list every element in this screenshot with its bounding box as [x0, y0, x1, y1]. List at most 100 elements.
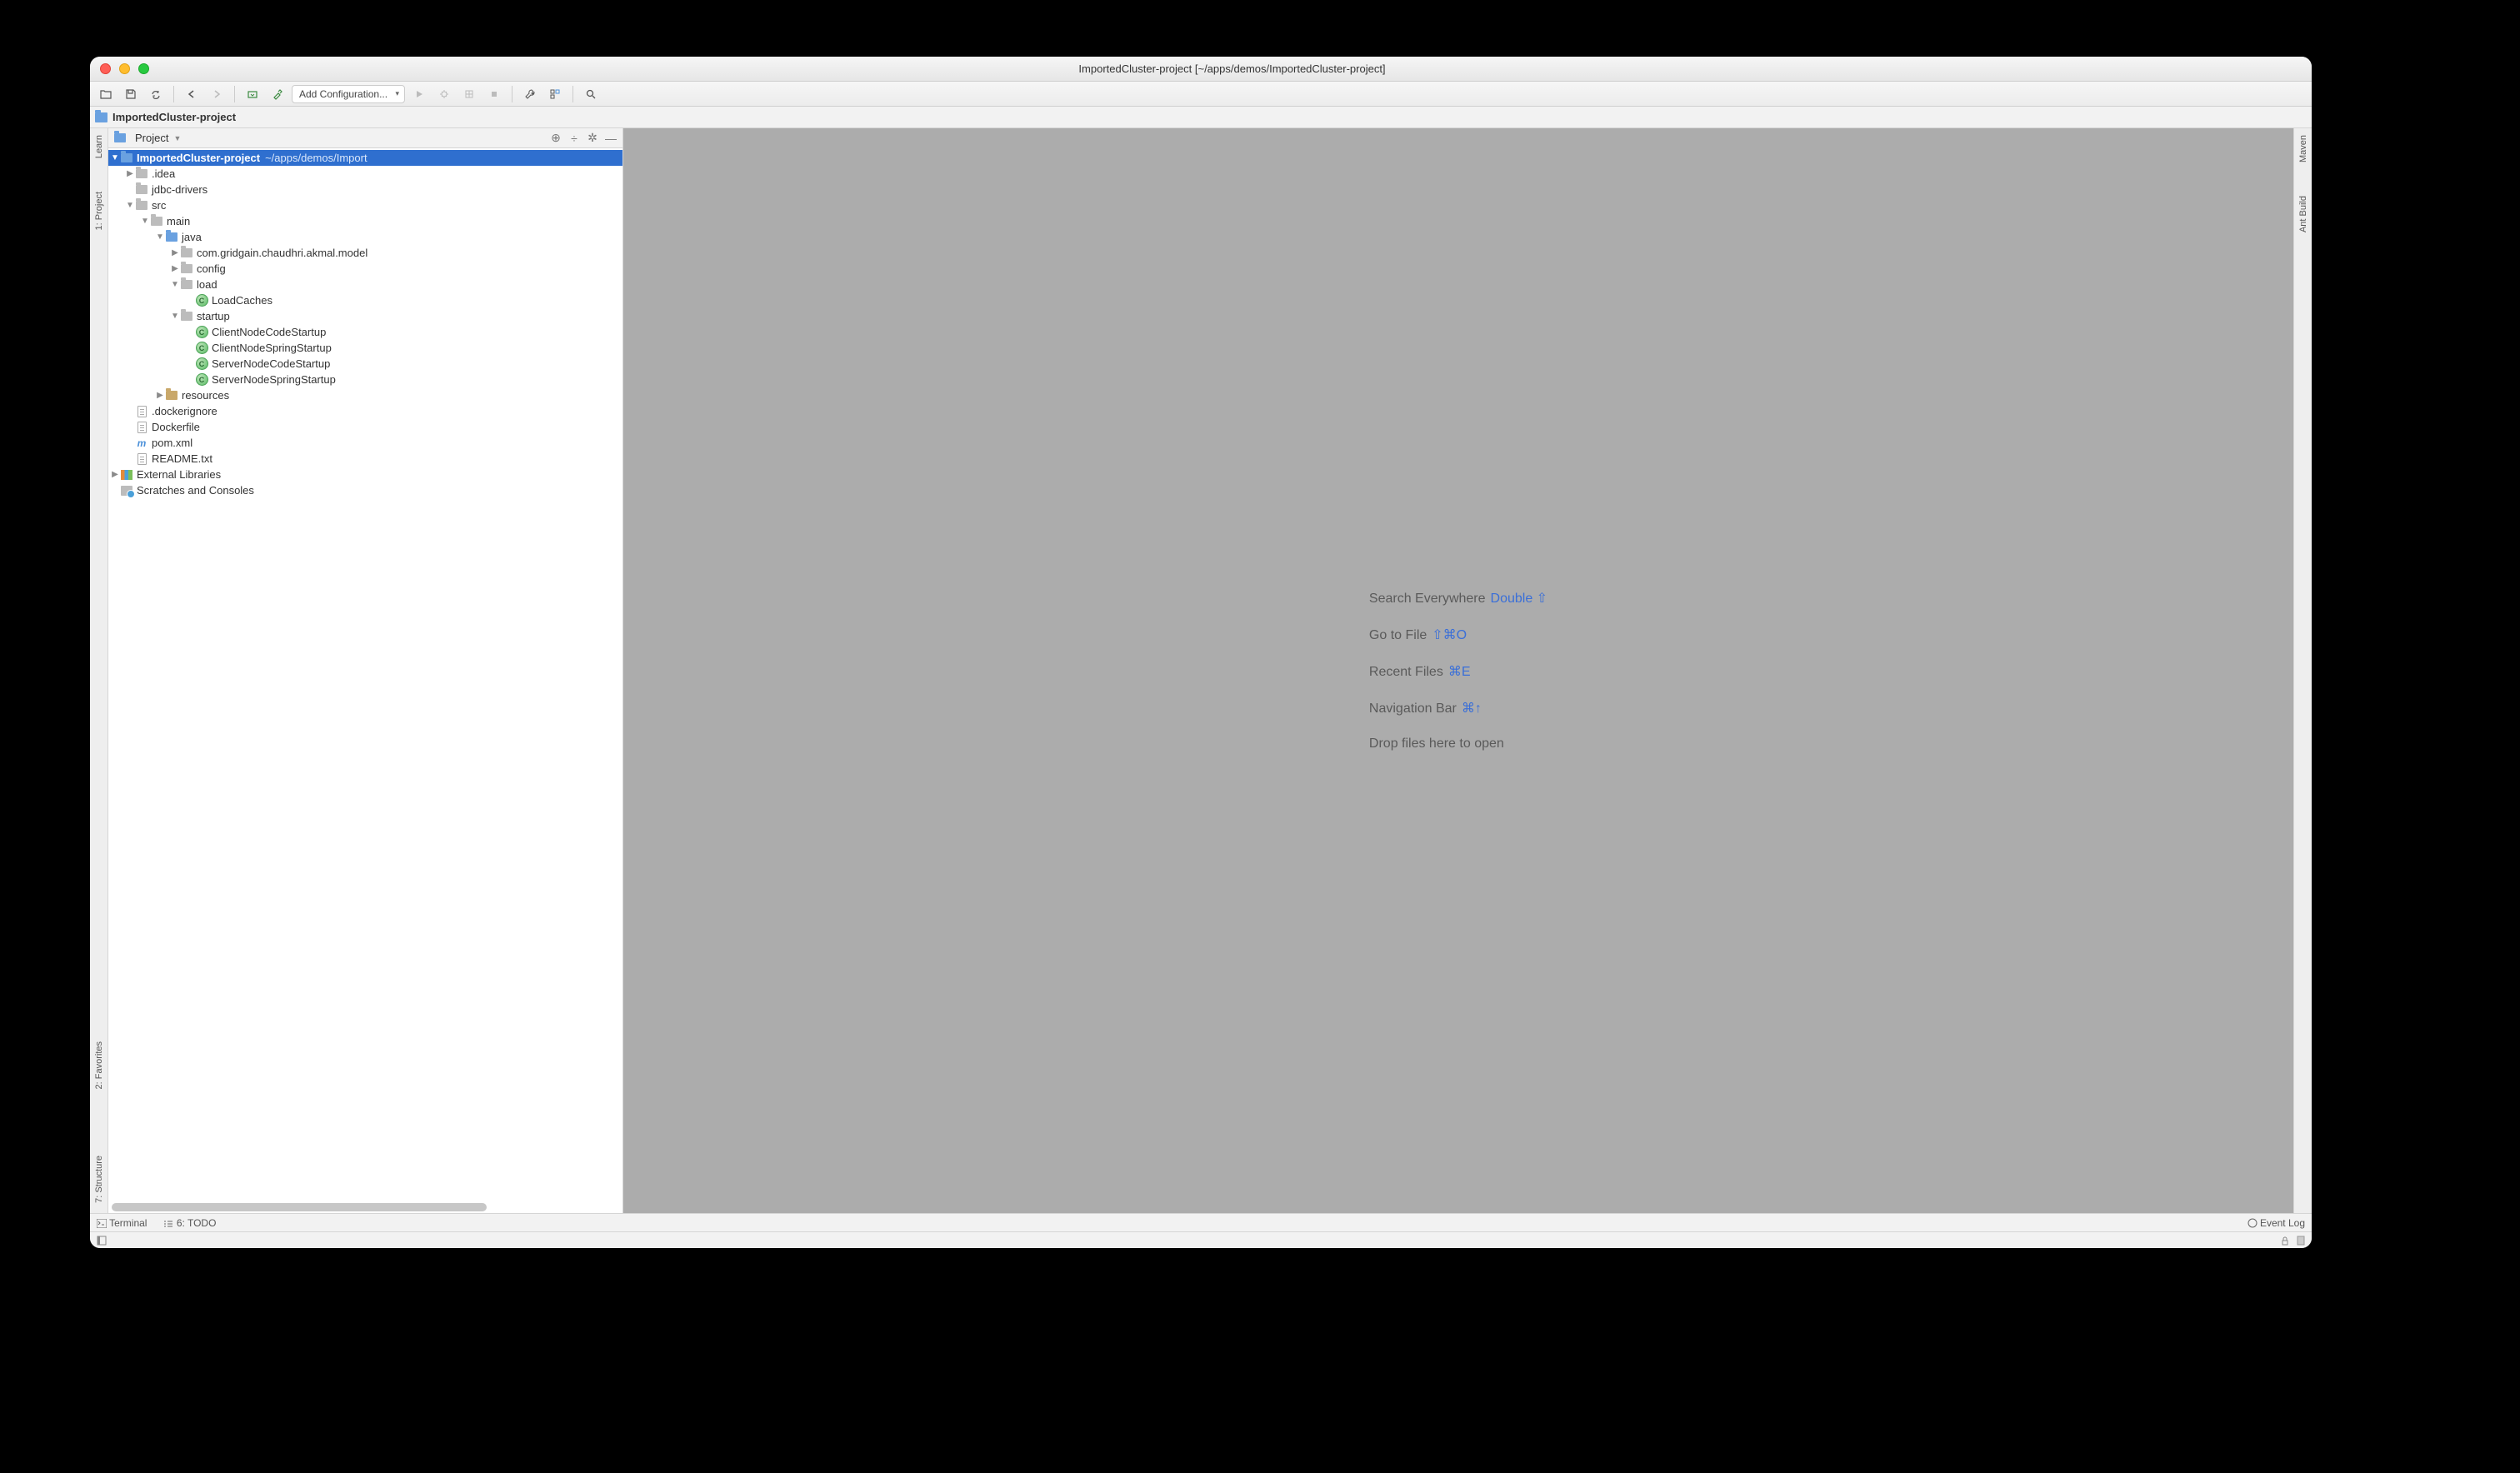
window-title: ImportedCluster-project [~/apps/demos/Im… [162, 62, 2302, 75]
tree-folder-resources[interactable]: ▶resources [108, 387, 622, 403]
toolbar-separator [173, 86, 174, 102]
toolbar-separator [234, 86, 235, 102]
inspections-icon[interactable] [2297, 1236, 2305, 1246]
toolbar-separator [572, 86, 573, 102]
event-log-button[interactable]: Event Log [2248, 1217, 2305, 1229]
minimize-window-button[interactable] [119, 63, 130, 74]
sync-icon[interactable] [145, 85, 167, 103]
tree-package-model[interactable]: ▶com.gridgain.chaudhri.akmal.model [108, 245, 622, 261]
tree-root-label: ImportedCluster-project [137, 152, 260, 164]
text-file-icon [138, 406, 147, 417]
hint-nav: Navigation Bar⌘↑ [1369, 700, 1548, 717]
debug-icon[interactable] [433, 85, 455, 103]
right-tool-strip: Maven Ant Build [2293, 128, 2312, 1213]
tree-package-load[interactable]: ▼load [108, 277, 622, 292]
tree-class-clientnodespring[interactable]: ClientNodeSpringStartup [108, 340, 622, 356]
main-area: Learn 1: Project 2: Favorites 7: Structu… [90, 128, 2312, 1213]
tree-file-dockerignore[interactable]: .dockerignore [108, 403, 622, 419]
tree-file-pom[interactable]: mpom.xml [108, 435, 622, 451]
java-class-icon [196, 294, 208, 307]
project-view-icon [113, 132, 127, 145]
java-class-icon [196, 342, 208, 354]
left-tool-strip: Learn 1: Project 2: Favorites 7: Structu… [90, 128, 108, 1213]
maven-icon: m [138, 437, 147, 449]
gear-icon[interactable]: ✲ [586, 132, 599, 145]
tree-package-config[interactable]: ▶config [108, 261, 622, 277]
stop-icon[interactable] [483, 85, 505, 103]
hint-goto: Go to File⇧⌘O [1369, 627, 1548, 643]
build-icon[interactable] [242, 85, 263, 103]
forward-icon[interactable] [206, 85, 228, 103]
hammer-icon[interactable] [267, 85, 288, 103]
run-config-label: Add Configuration... [299, 88, 388, 100]
hide-panel-icon[interactable]: — [604, 132, 618, 145]
run-config-dropdown[interactable]: Add Configuration... [292, 85, 405, 103]
tree-root-path: ~/apps/demos/Import [265, 152, 367, 164]
collapse-all-icon[interactable]: ÷ [568, 132, 581, 145]
tree-class-loadcaches[interactable]: LoadCaches [108, 292, 622, 308]
hint-search: Search EverywhereDouble ⇧ [1369, 590, 1548, 607]
tree-external-libraries[interactable]: ▶External Libraries [108, 467, 622, 482]
horizontal-scrollbar[interactable] [112, 1203, 487, 1211]
project-tree[interactable]: ▼ ImportedCluster-project ~/apps/demos/I… [108, 148, 622, 1213]
search-icon[interactable] [580, 85, 602, 103]
java-class-icon [196, 357, 208, 370]
terminal-tool-button[interactable]: Terminal [97, 1217, 147, 1229]
tree-folder-src[interactable]: ▼src [108, 197, 622, 213]
editor-empty-area[interactable]: Search EverywhereDouble ⇧ Go to File⇧⌘O … [623, 128, 2293, 1213]
tree-folder-idea[interactable]: ▶.idea [108, 166, 622, 182]
todo-tool-button[interactable]: 6: TODO [163, 1217, 216, 1229]
tree-class-servernodecode[interactable]: ServerNodeCodeStartup [108, 356, 622, 372]
tree-folder-java[interactable]: ▼java [108, 229, 622, 245]
favorites-tool-button[interactable]: 2: Favorites [94, 1041, 104, 1089]
tree-class-servernodespring[interactable]: ServerNodeSpringStartup [108, 372, 622, 387]
libraries-icon [121, 470, 132, 480]
locate-icon[interactable]: ⊕ [549, 132, 562, 145]
module-icon [120, 152, 133, 165]
run-icon[interactable] [408, 85, 430, 103]
lock-icon[interactable] [2280, 1236, 2290, 1246]
open-file-icon[interactable] [95, 85, 117, 103]
close-window-button[interactable] [100, 63, 111, 74]
learn-tool-button[interactable]: Learn [94, 135, 104, 158]
tree-file-dockerfile[interactable]: Dockerfile [108, 419, 622, 435]
status-bar [90, 1231, 2312, 1248]
text-file-icon [138, 422, 147, 433]
toolwindows-toggle-icon[interactable] [97, 1236, 107, 1246]
expand-arrow-icon[interactable]: ▼ [110, 153, 120, 162]
project-tool-window: Project ▼ ⊕ ÷ ✲ — ▼ ImportedCluster-proj… [108, 128, 623, 1213]
ide-window: ImportedCluster-project [~/apps/demos/Im… [90, 57, 2312, 1248]
wrench-icon[interactable] [519, 85, 541, 103]
module-icon [95, 112, 108, 122]
breadcrumb-root[interactable]: ImportedCluster-project [112, 111, 236, 123]
java-class-icon [196, 373, 208, 386]
java-class-icon [196, 326, 208, 338]
scratches-icon [121, 486, 132, 496]
tree-file-readme[interactable]: README.txt [108, 451, 622, 467]
tree-folder-jdbc[interactable]: jdbc-drivers [108, 182, 622, 197]
back-icon[interactable] [181, 85, 202, 103]
tree-class-clientnodecode[interactable]: ClientNodeCodeStartup [108, 324, 622, 340]
tree-package-startup[interactable]: ▼startup [108, 308, 622, 324]
text-file-icon [138, 453, 147, 465]
tree-folder-main[interactable]: ▼main [108, 213, 622, 229]
main-toolbar: Add Configuration... [90, 82, 2312, 107]
zoom-window-button[interactable] [138, 63, 149, 74]
save-all-icon[interactable] [120, 85, 142, 103]
project-structure-icon[interactable] [544, 85, 566, 103]
hint-drop: Drop files here to open [1369, 736, 1548, 751]
ant-tool-button[interactable]: Ant Build [2298, 196, 2308, 232]
coverage-icon[interactable] [458, 85, 480, 103]
maven-tool-button[interactable]: Maven [2298, 135, 2308, 162]
tree-scratches[interactable]: Scratches and Consoles [108, 482, 622, 498]
project-tool-button[interactable]: 1: Project [94, 192, 104, 230]
navigation-bar[interactable]: ImportedCluster-project [90, 107, 2312, 128]
bottom-tool-strip: Terminal 6: TODO Event Log [90, 1213, 2312, 1231]
project-view-title[interactable]: Project [135, 132, 168, 144]
titlebar: ImportedCluster-project [~/apps/demos/Im… [90, 57, 2312, 82]
structure-tool-button[interactable]: 7: Structure [94, 1156, 104, 1203]
tree-root[interactable]: ▼ ImportedCluster-project ~/apps/demos/I… [108, 150, 622, 166]
project-panel-header: Project ▼ ⊕ ÷ ✲ — [108, 128, 622, 148]
hint-recent: Recent Files⌘E [1369, 663, 1548, 680]
editor-hints: Search EverywhereDouble ⇧ Go to File⇧⌘O … [1369, 590, 1548, 751]
